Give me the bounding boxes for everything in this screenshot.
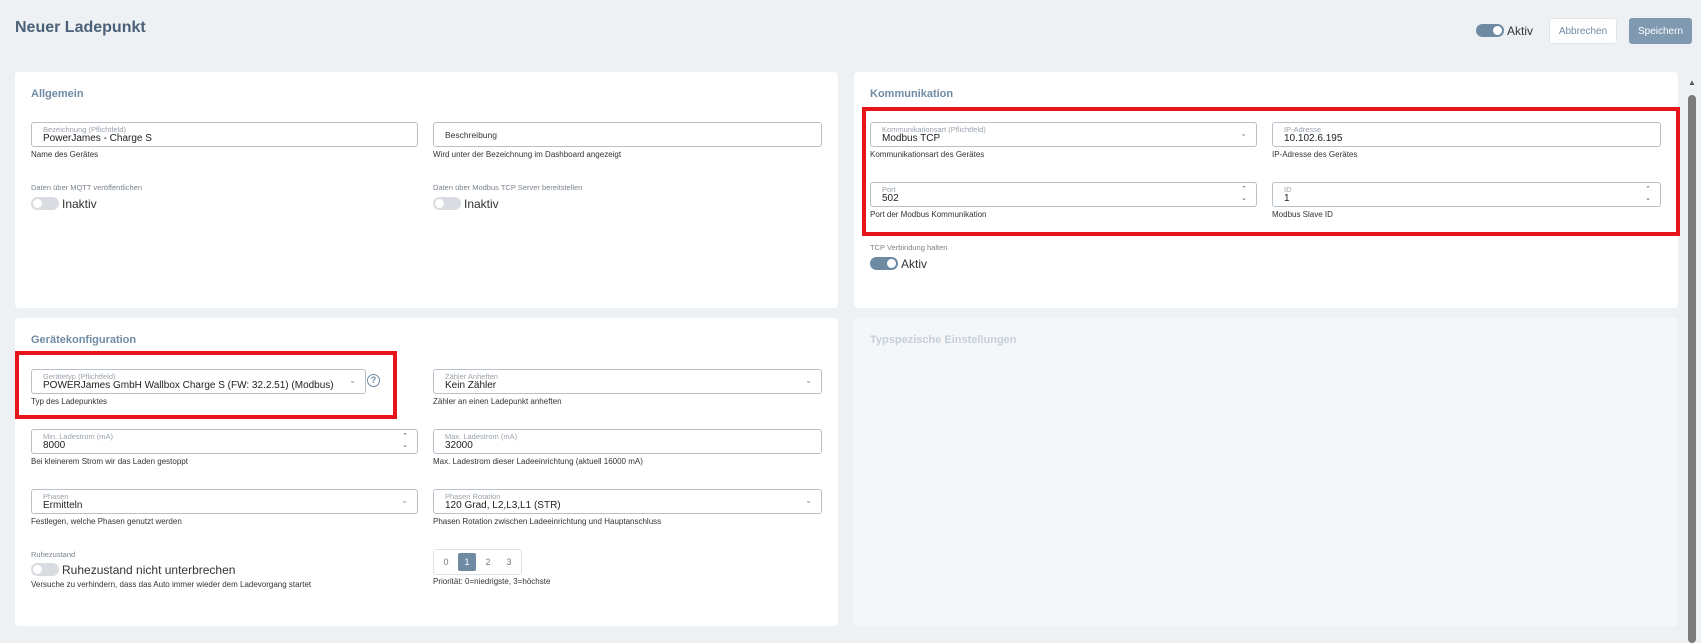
communication-highlight: [862, 107, 1680, 236]
type-settings-card-title: Typspezische Einstellungen: [870, 334, 1017, 346]
idle-toggle-group[interactable]: Ruhezustand nicht unterbrechen: [31, 561, 235, 579]
mqtt-state: Inaktiv: [62, 196, 97, 211]
chevron-down-icon: ⌄: [805, 496, 812, 505]
name-input-value: PowerJames - Charge S: [43, 133, 152, 144]
phases-help: Festlegen, welche Phasen genutzt werden: [31, 517, 182, 526]
cancel-button[interactable]: Abbrechen: [1549, 18, 1617, 44]
priority-option-2[interactable]: 2: [479, 553, 497, 571]
max-current-input[interactable]: Max. Ladestrom (mA) 32000: [433, 429, 822, 454]
keep-tcp-toggle[interactable]: [870, 257, 898, 271]
max-current-value: 32000: [445, 440, 473, 451]
chevron-down-icon: ⌄: [805, 376, 812, 385]
device-config-card-title: Gerätekonfiguration: [31, 334, 137, 346]
idle-toggle[interactable]: [31, 563, 59, 577]
description-input-placeholder: Beschreibung: [445, 130, 497, 140]
priority-option-3[interactable]: 3: [500, 553, 518, 571]
active-toggle[interactable]: [1476, 24, 1504, 38]
priority-option-1[interactable]: 1: [458, 553, 476, 571]
phases-select[interactable]: Phasen Ermitteln ⌄: [31, 489, 418, 514]
active-toggle-group[interactable]: Aktiv: [1476, 22, 1533, 40]
priority-selector[interactable]: 0 1 2 3: [433, 549, 522, 575]
meter-help: Zähler an einen Ladepunkt anheften: [433, 397, 562, 406]
device-type-highlight: [15, 351, 397, 419]
chevron-down-icon: ⌄: [401, 496, 408, 505]
type-settings-card: Typspezische Einstellungen: [854, 318, 1678, 626]
priority-help: Priorität: 0=niedrigste, 3=höchste: [433, 577, 551, 586]
min-current-help: Bei kleinerem Strom wir das Laden gestop…: [31, 457, 188, 466]
min-current-value: 8000: [43, 440, 66, 451]
priority-option-0[interactable]: 0: [437, 553, 455, 571]
general-card: Allgemein Bezeichnung (Pflichtfeld) Powe…: [15, 72, 838, 308]
modbus-server-toggle-group[interactable]: Inaktiv: [433, 195, 499, 213]
keep-tcp-toggle-group[interactable]: Aktiv: [870, 255, 927, 273]
scroll-up-icon[interactable]: ▲: [1688, 78, 1696, 87]
communication-card-title: Kommunikation: [870, 88, 954, 100]
description-help: Wird unter der Bezeichnung im Dashboard …: [433, 150, 622, 159]
description-input[interactable]: Beschreibung: [433, 122, 822, 147]
idle-label: Ruhezustand: [31, 550, 76, 559]
idle-help: Versuche zu verhindern, dass das Auto im…: [31, 580, 312, 589]
idle-state: Ruhezustand nicht unterbrechen: [62, 562, 236, 577]
mqtt-toggle[interactable]: [31, 197, 59, 211]
mqtt-label: Daten über MQTT veröffentlichen: [31, 183, 143, 192]
general-card-title: Allgemein: [31, 88, 84, 100]
keep-tcp-label: TCP Verbindung halten: [870, 243, 948, 252]
modbus-server-state: Inaktiv: [464, 196, 499, 211]
keep-tcp-state: Aktiv: [901, 256, 928, 271]
meter-value: Kein Zähler: [445, 380, 497, 391]
name-help: Name des Gerätes: [31, 150, 99, 159]
save-button[interactable]: Speichern: [1629, 18, 1692, 44]
max-current-help: Max. Ladestrom dieser Ladeeinrichtung (a…: [433, 457, 643, 466]
modbus-server-label: Daten über Modbus TCP Server bereitstell…: [433, 183, 583, 192]
phase-rotation-help: Phasen Rotation zwischen Ladeeinrichtung…: [433, 517, 662, 526]
page-title: Neuer Ladepunkt: [15, 19, 146, 36]
phase-rotation-value: 120 Grad, L2,L3,L1 (STR): [445, 500, 561, 511]
scrollbar-thumb[interactable]: [1688, 95, 1696, 643]
mqtt-toggle-group[interactable]: Inaktiv: [31, 195, 97, 213]
phase-rotation-select[interactable]: Phasen Rotation 120 Grad, L2,L3,L1 (STR)…: [433, 489, 822, 514]
active-toggle-label: Aktiv: [1507, 23, 1534, 38]
phases-value: Ermitteln: [43, 500, 83, 511]
scrollbar[interactable]: ▲: [1688, 78, 1696, 643]
min-current-input[interactable]: Min. Ladestrom (mA) 8000 ⌃ ⌄: [31, 429, 418, 454]
name-input[interactable]: Bezeichnung (Pflichtfeld) PowerJames - C…: [31, 122, 418, 147]
meter-select[interactable]: Zähler Anheften Kein Zähler ⌄: [433, 369, 822, 394]
spinner-arrows-icon[interactable]: ⌃ ⌄: [402, 432, 408, 450]
modbus-server-toggle[interactable]: [433, 197, 461, 211]
